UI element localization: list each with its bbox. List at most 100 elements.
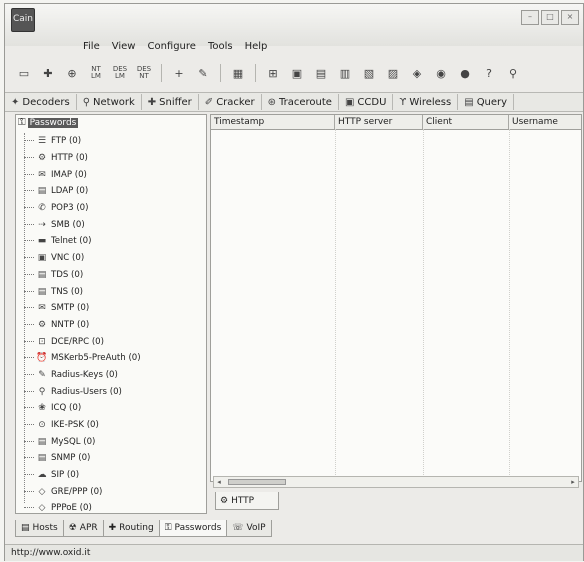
tab-voip[interactable]: ☏ VoIP [226, 520, 272, 537]
tree-item-telnet[interactable]: ▬ Telnet (0) [24, 233, 141, 250]
info-icon[interactable]: ● [456, 64, 474, 82]
tree-item-tns[interactable]: ▤ TNS (0) [24, 283, 141, 300]
tool-icon[interactable]: ◈ [408, 64, 426, 82]
tab-apr[interactable]: ☢ APR [62, 520, 104, 537]
exit-icon[interactable]: ⚲ [504, 64, 522, 82]
smtp-icon: ✉ [38, 303, 46, 314]
sniffer-icon[interactable]: ⊕ [63, 64, 81, 82]
tab-label: APR [79, 523, 98, 533]
scrollbar-thumb[interactable] [228, 479, 286, 485]
tree-item-radius-keys[interactable]: ✎ Radius-Keys (0) [24, 367, 141, 384]
tool-icon[interactable]: ▤ [312, 64, 330, 82]
tree-item-snmp[interactable]: ▤ SNMP (0) [24, 450, 141, 467]
tree-item-tds[interactable]: ▤ TDS (0) [24, 267, 141, 284]
tree-item-label: TDS (0) [51, 269, 84, 280]
remove-icon[interactable]: ✎ [194, 64, 212, 82]
column-header-client[interactable]: Client [423, 115, 509, 129]
tool-icon[interactable]: ▧ [360, 64, 378, 82]
tree-item-smtp[interactable]: ✉ SMTP (0) [24, 300, 141, 317]
column-header-http-server[interactable]: HTTP server [335, 115, 423, 129]
tab-wireless[interactable]: ϒ Wireless [393, 94, 459, 110]
smb-icon: ⇢ [38, 219, 46, 230]
tab-http[interactable]: ⚙ HTTP [215, 492, 279, 510]
minimize-button[interactable]: – [521, 10, 539, 25]
tree-item-label: ICQ (0) [51, 403, 82, 414]
tab-routing[interactable]: ✚ Routing [102, 520, 160, 537]
tool-icon[interactable]: ▥ [336, 64, 354, 82]
passwords-tree[interactable]: ⚿ Passwords ☰ FTP (0) ⚙ HTTP (0) ✉ IMAP (0) ▤ L… [15, 114, 207, 514]
tab-passwords[interactable]: ⚿ Passwords [158, 520, 228, 537]
hash-icon[interactable]: DES NT [135, 64, 153, 82]
tab-query[interactable]: ▤ Query [458, 94, 515, 110]
tree-item-nntp[interactable]: ⚙ NNTP (0) [24, 317, 141, 334]
horizontal-scrollbar[interactable]: ◂ ▸ [213, 476, 579, 488]
credentials-table[interactable]: Timestamp HTTP server Client Username [210, 114, 582, 482]
tool-icon[interactable]: ◉ [432, 64, 450, 82]
tree-root[interactable]: ⚿ Passwords [18, 117, 79, 128]
tree-item-smb[interactable]: ⇢ SMB (0) [24, 216, 141, 233]
menu-file[interactable]: File [77, 40, 106, 54]
tree-item-label: TNS (0) [51, 286, 84, 297]
tab-decoders[interactable]: ✦ Decoders [5, 94, 77, 110]
radius-users-icon: ⚲ [38, 386, 46, 397]
tool-icon[interactable]: ▣ [288, 64, 306, 82]
network-icon[interactable]: ✚ [39, 64, 57, 82]
tree-item-radius-users[interactable]: ⚲ Radius-Users (0) [24, 383, 141, 400]
tree-item-ike-psk[interactable]: ⊙ IKE-PSK (0) [24, 417, 141, 434]
plus-icon[interactable]: + [170, 64, 188, 82]
menu-view[interactable]: View [106, 40, 142, 54]
tree-item-pppoe[interactable]: ◇ PPPoE (0) [24, 500, 141, 514]
scroll-right-icon[interactable]: ▸ [568, 477, 578, 487]
tab-label: Sniffer [159, 96, 192, 108]
tds-icon: ▤ [37, 269, 47, 280]
tab-hosts[interactable]: ▤ Hosts [15, 520, 64, 537]
open-icon[interactable]: ▭ [15, 64, 33, 82]
hash-icon[interactable]: NT LM [87, 64, 105, 82]
tree-item-vnc[interactable]: ▣ VNC (0) [24, 250, 141, 267]
tab-network[interactable]: ⚲ Network [77, 94, 142, 110]
snmp-icon: ▤ [37, 453, 47, 464]
tree-item-label: PPPoE (0) [51, 503, 92, 514]
tree-item-icq[interactable]: ❀ ICQ (0) [24, 400, 141, 417]
tree-item-dce-rpc[interactable]: ⊡ DCE/RPC (0) [24, 333, 141, 350]
passwords-icon: ⚿ [18, 117, 26, 128]
column-header-timestamp[interactable]: Timestamp [211, 115, 335, 129]
routing-icon: ✚ [108, 523, 117, 533]
decode-icon[interactable]: ▦ [229, 64, 247, 82]
tree-item-ldap[interactable]: ▤ LDAP (0) [24, 183, 141, 200]
table-header: Timestamp HTTP server Client Username [211, 115, 581, 130]
tool-icon[interactable]: ▨ [384, 64, 402, 82]
tab-traceroute[interactable]: ⊛ Traceroute [262, 94, 339, 110]
hash-icon[interactable]: DES LM [111, 64, 129, 82]
tree-item-label: IMAP (0) [51, 169, 87, 180]
scroll-left-icon[interactable]: ◂ [214, 477, 224, 487]
sniffer-icon: ✚ [147, 96, 157, 108]
pop3-icon: ✆ [38, 203, 46, 214]
tree-item-gre-ppp[interactable]: ◇ GRE/PPP (0) [24, 483, 141, 500]
route-icon[interactable]: ⊞ [264, 64, 282, 82]
tree-item-imap[interactable]: ✉ IMAP (0) [24, 166, 141, 183]
tree-item-pop3[interactable]: ✆ POP3 (0) [24, 200, 141, 217]
query-icon: ▤ [464, 96, 474, 108]
menu-configure[interactable]: Configure [141, 40, 201, 54]
tab-label: CCDU [357, 96, 387, 108]
tab-sniffer[interactable]: ✚ Sniffer [142, 94, 199, 110]
window-controls: – □ × [521, 10, 579, 25]
tree-item-mysql[interactable]: ▤ MySQL (0) [24, 433, 141, 450]
tree-item-mskerb5[interactable]: ⏰ MSKerb5-PreAuth (0) [24, 350, 141, 367]
menu-tools[interactable]: Tools [202, 40, 239, 54]
tree-connector [24, 440, 34, 443]
maximize-button[interactable]: □ [541, 10, 559, 25]
bottom-tab-bar: ▤ Hosts ☢ APR ✚ Routing ⚿ Passwords ☏ VoIP [15, 520, 272, 538]
tree-item-sip[interactable]: ☁ SIP (0) [24, 467, 141, 484]
help-icon[interactable]: ? [480, 64, 498, 82]
tab-cracker[interactable]: ✐ Cracker [199, 94, 262, 110]
tree-item-ftp[interactable]: ☰ FTP (0) [24, 133, 141, 150]
column-header-username[interactable]: Username [509, 115, 581, 129]
tree-item-label: MySQL (0) [51, 436, 96, 447]
tab-ccdu[interactable]: ▣ CCDU [339, 94, 394, 110]
close-button[interactable]: × [561, 10, 579, 25]
column-divider [335, 129, 336, 481]
tree-item-http[interactable]: ⚙ HTTP (0) [24, 150, 141, 167]
menu-help[interactable]: Help [239, 40, 274, 54]
